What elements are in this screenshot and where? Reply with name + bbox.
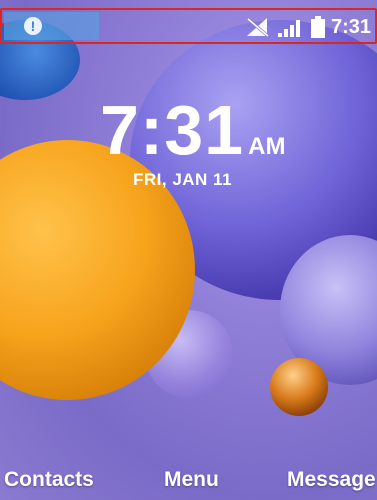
contacts-softkey[interactable]: Contacts xyxy=(4,468,94,492)
wallpaper-gold-sphere xyxy=(270,358,328,416)
menu-softkey[interactable]: Menu xyxy=(164,468,219,492)
status-bar[interactable]: ! 7:31 xyxy=(0,8,377,44)
status-icons: 7:31 xyxy=(245,14,371,40)
clock-time: 7:31 xyxy=(100,91,245,169)
clock-ampm: AM xyxy=(248,133,286,160)
no-sim-icon xyxy=(245,16,271,38)
lockscreen-date: FRI, JAN 11 xyxy=(133,170,233,189)
lock-screen: ! 7:31 7:31 AM FRI, JAN 11 Contacts Menu… xyxy=(0,0,377,500)
message-softkey[interactable]: Message xyxy=(287,468,376,492)
signal-icon xyxy=(277,16,305,38)
battery-icon xyxy=(310,16,325,38)
softkey-bar: Contacts Menu Message xyxy=(0,456,377,500)
notification-area[interactable] xyxy=(4,12,99,40)
alert-icon[interactable]: ! xyxy=(24,17,42,35)
status-time: 7:31 xyxy=(330,15,371,38)
lockscreen-clock: 7:31 AM xyxy=(100,90,285,170)
